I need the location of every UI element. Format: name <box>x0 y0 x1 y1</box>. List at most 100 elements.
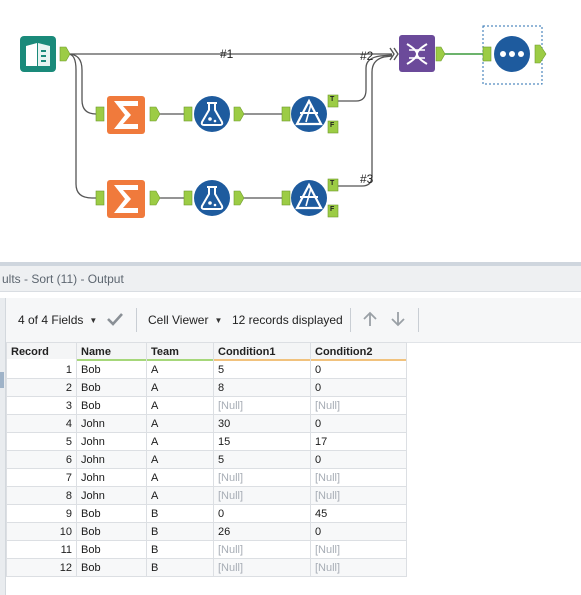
table-cell[interactable]: 45 <box>310 504 407 523</box>
table-cell[interactable]: B <box>146 540 214 559</box>
table-row[interactable]: 3 Bob A [Null] [Null] <box>6 396 407 415</box>
browse-tool[interactable] <box>482 25 547 85</box>
results-panel-title: ults - Sort (11) - Output <box>0 266 581 292</box>
column-header-name[interactable]: Name <box>76 342 147 361</box>
table-cell[interactable]: Bob <box>76 360 147 379</box>
table-row[interactable]: 5 John A 15 17 <box>6 432 407 451</box>
table-row[interactable]: 2 Bob A 8 0 <box>6 378 407 397</box>
table-cell[interactable]: 15 <box>213 432 311 451</box>
table-cell[interactable]: 11 <box>6 540 77 559</box>
table-cell[interactable]: 0 <box>310 378 407 397</box>
table-cell[interactable]: 1 <box>6 360 77 379</box>
table-row[interactable]: 6 John A 5 0 <box>6 450 407 469</box>
table-row[interactable]: 4 John A 30 0 <box>6 414 407 433</box>
table-cell[interactable]: 7 <box>6 468 77 487</box>
apply-checkmark-icon[interactable] <box>106 298 124 342</box>
table-cell[interactable]: 2 <box>6 378 77 397</box>
table-cell[interactable]: John <box>76 450 147 469</box>
table-cell[interactable]: 26 <box>213 522 311 541</box>
table-cell[interactable]: A <box>146 432 214 451</box>
table-cell[interactable]: [Null] <box>310 468 407 487</box>
table-cell[interactable]: 5 <box>6 432 77 451</box>
table-cell[interactable]: A <box>146 396 214 415</box>
table-cell[interactable]: [Null] <box>310 486 407 505</box>
column-header-label: Record <box>11 345 49 358</box>
table-row[interactable]: 8 John A [Null] [Null] <box>6 486 407 505</box>
table-cell[interactable]: 17 <box>310 432 407 451</box>
table-cell[interactable]: B <box>146 504 214 523</box>
table-cell[interactable]: [Null] <box>310 558 407 577</box>
table-cell[interactable]: [Null] <box>310 396 407 415</box>
input-output-anchor[interactable] <box>59 46 71 62</box>
table-cell[interactable]: A <box>146 486 214 505</box>
table-cell[interactable]: 8 <box>213 378 311 397</box>
table-cell[interactable]: B <box>146 558 214 577</box>
summarize-tool-top[interactable] <box>95 96 161 134</box>
column-header-condition1[interactable]: Condition1 <box>213 342 311 361</box>
column-header-team[interactable]: Team <box>146 342 214 361</box>
table-cell[interactable]: [Null] <box>213 558 311 577</box>
table-cell[interactable]: [Null] <box>213 486 311 505</box>
table-cell[interactable]: John <box>76 432 147 451</box>
formula-tool-top[interactable] <box>183 96 245 132</box>
connection-filter-bottom-to-union[interactable] <box>338 55 393 187</box>
table-cell[interactable]: [Null] <box>213 540 311 559</box>
table-cell[interactable]: A <box>146 360 214 379</box>
table-cell[interactable]: Bob <box>76 522 147 541</box>
table-cell[interactable]: 30 <box>213 414 311 433</box>
table-cell[interactable]: [Null] <box>213 468 311 487</box>
table-row[interactable]: 1 Bob A 5 0 <box>6 360 407 379</box>
table-cell[interactable]: A <box>146 468 214 487</box>
column-header-record[interactable]: Record <box>6 342 77 361</box>
table-cell[interactable]: John <box>76 414 147 433</box>
table-cell[interactable]: [Null] <box>213 396 311 415</box>
union-tool[interactable] <box>389 35 446 72</box>
table-cell[interactable]: 8 <box>6 486 77 505</box>
table-cell[interactable]: 12 <box>6 558 77 577</box>
table-row[interactable]: 7 John A [Null] [Null] <box>6 468 407 487</box>
table-cell[interactable]: 5 <box>213 450 311 469</box>
table-row[interactable]: 9 Bob B 0 45 <box>6 504 407 523</box>
table-cell[interactable]: B <box>146 522 214 541</box>
table-cell[interactable]: 4 <box>6 414 77 433</box>
table-cell[interactable]: A <box>146 450 214 469</box>
fields-selector[interactable]: 4 of 4 Fields ▼ <box>18 298 97 342</box>
workflow-canvas[interactable]: #1 #2 #3 T F T F <box>0 0 581 262</box>
connection-input-to-summarize-bottom[interactable] <box>67 53 104 199</box>
table-cell[interactable]: 0 <box>310 522 407 541</box>
table-cell[interactable]: 10 <box>6 522 77 541</box>
arrow-up-icon[interactable] <box>361 298 379 342</box>
arrow-down-icon[interactable] <box>389 298 407 342</box>
table-row[interactable]: 10 Bob B 26 0 <box>6 522 407 541</box>
table-cell[interactable]: [Null] <box>310 540 407 559</box>
table-cell[interactable]: John <box>76 486 147 505</box>
table-cell[interactable]: 3 <box>6 396 77 415</box>
cell-viewer-label: Cell Viewer <box>148 313 209 327</box>
table-cell[interactable]: 0 <box>310 414 407 433</box>
connection-input-to-summarize-top[interactable] <box>67 53 104 115</box>
table-cell[interactable]: 0 <box>213 504 311 523</box>
column-header-label: Name <box>81 345 111 358</box>
formula-tool-bottom[interactable] <box>183 180 245 216</box>
table-row[interactable]: 11 Bob B [Null] [Null] <box>6 540 407 559</box>
table-cell[interactable]: Bob <box>76 378 147 397</box>
table-cell[interactable]: A <box>146 414 214 433</box>
table-cell[interactable]: 0 <box>310 360 407 379</box>
table-cell[interactable]: 0 <box>310 450 407 469</box>
column-header-condition2[interactable]: Condition2 <box>310 342 407 361</box>
table-row[interactable]: 12 Bob B [Null] [Null] <box>6 558 407 577</box>
summarize-tool-bottom[interactable] <box>95 180 161 218</box>
input-data-tool[interactable] <box>20 36 56 72</box>
table-cell[interactable]: Bob <box>76 396 147 415</box>
table-cell[interactable]: A <box>146 378 214 397</box>
fields-selector-label: 4 of 4 Fields <box>18 313 84 327</box>
table-cell[interactable]: 6 <box>6 450 77 469</box>
table-cell[interactable]: 5 <box>213 360 311 379</box>
results-grid: Record Name Team Condition1 Condition2 1… <box>6 342 407 577</box>
cell-viewer-dropdown[interactable]: Cell Viewer ▼ <box>148 298 222 342</box>
table-cell[interactable]: John <box>76 468 147 487</box>
table-cell[interactable]: Bob <box>76 558 147 577</box>
table-cell[interactable]: 9 <box>6 504 77 523</box>
table-cell[interactable]: Bob <box>76 540 147 559</box>
table-cell[interactable]: Bob <box>76 504 147 523</box>
